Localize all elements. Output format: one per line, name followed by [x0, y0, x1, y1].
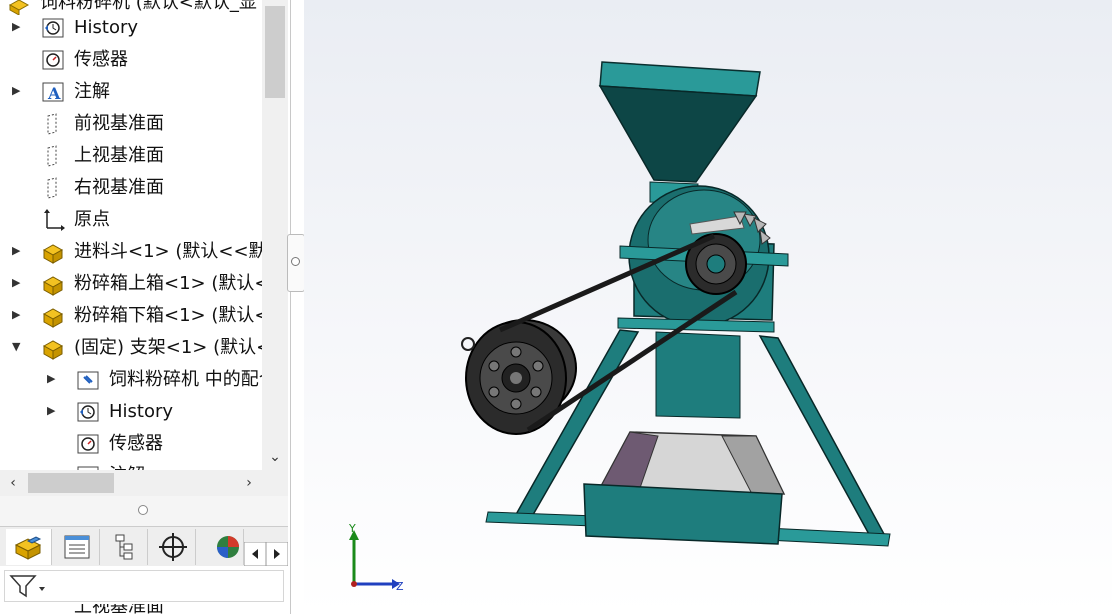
origin-icon	[40, 208, 66, 232]
tree-item[interactable]: 传感器	[0, 428, 262, 460]
tree-item[interactable]: ▶ History	[0, 396, 262, 428]
tree-vertical-scrollbar[interactable]: ⌄	[262, 0, 288, 470]
graphics-viewport[interactable]: Y Z	[304, 0, 1112, 614]
dropdown-arrow-icon	[39, 587, 45, 591]
filter-bar	[0, 566, 288, 606]
triad-z-label: Z	[396, 580, 404, 593]
tree-item[interactable]: ▶ 饲料粉碎机 中的配合	[0, 364, 262, 396]
tree-item[interactable]: 原点	[0, 204, 262, 236]
tab-dimxpert[interactable]	[150, 529, 196, 565]
tab-configurationmanager[interactable]	[102, 529, 148, 565]
tree-item[interactable]: ▶A注解	[0, 460, 262, 470]
tree-item-label: 饲料粉碎机 中的配合	[109, 369, 262, 390]
collector-tray	[583, 431, 786, 545]
motor-pulley	[461, 319, 577, 435]
coordinate-triad	[349, 530, 400, 589]
scroll-thumb[interactable]	[265, 6, 285, 98]
feature-manager-panel: 饲料粉碎机 (默认<默认_显 ▶ History 传感器 ▶ A 注解 前视基准面 上视基准面…	[0, 0, 291, 614]
tree-item[interactable]: ▶ A 注解	[0, 76, 262, 108]
tree-item[interactable]: 上视基准面	[0, 140, 262, 172]
tree-item[interactable]: ▶ 进料斗<1> (默认<<默认	[0, 236, 262, 268]
panel-splitter[interactable]	[0, 496, 288, 526]
appearance-sphere-icon	[217, 536, 239, 558]
annotation-icon: A	[40, 80, 66, 104]
tab-displaymanager[interactable]	[198, 529, 244, 565]
expand-toggle-icon[interactable]: ▶	[12, 21, 22, 33]
tree-item-label: 传感器	[109, 433, 163, 454]
plane-icon	[40, 144, 66, 168]
tree-item[interactable]: 前视基准面	[0, 108, 262, 140]
tree-item-partial: 上视基准面	[0, 604, 288, 614]
tree-item[interactable]: ▼ (固定) 支架<1> (默认<	[0, 332, 262, 364]
feed-grinder-model: Y Z	[348, 61, 891, 593]
sensor-icon	[40, 48, 66, 72]
tree-item-label: 传感器	[74, 49, 128, 70]
tree-item-label: (固定) 支架<1> (默认<	[74, 337, 262, 358]
expand-toggle-icon[interactable]: ▶	[12, 277, 22, 289]
tree-item-label: 右视基准面	[74, 177, 164, 198]
feed-hopper	[598, 61, 761, 205]
tree-item-label: History	[74, 17, 139, 38]
history-icon	[75, 400, 101, 424]
part-icon	[40, 304, 66, 328]
scroll-right-button[interactable]: ›	[236, 470, 262, 496]
splitter-handle-icon	[138, 505, 148, 515]
part-icon	[40, 336, 66, 360]
scroll-thumb[interactable]	[28, 473, 114, 493]
tree-item-label: 前视基准面	[74, 113, 164, 134]
tree-item[interactable]: ▶ 粉碎箱下箱<1> (默认<	[0, 300, 262, 332]
plane-icon	[40, 176, 66, 200]
tree-item-label: 粉碎箱上箱<1> (默认<	[74, 273, 262, 294]
assembly-icon	[14, 536, 42, 560]
expand-toggle-icon[interactable]: ▶	[12, 85, 22, 97]
tree-item[interactable]: 传感器	[0, 44, 262, 76]
tree-item[interactable]: ▶ History	[0, 12, 262, 44]
expand-toggle-icon[interactable]: ▼	[12, 341, 22, 353]
expand-toggle-icon[interactable]: ▶	[12, 309, 22, 321]
part-icon	[40, 272, 66, 296]
part-icon	[40, 240, 66, 264]
mates-folder-icon	[75, 368, 101, 392]
tree-item[interactable]: ▶ 粉碎箱上箱<1> (默认<	[0, 268, 262, 300]
configuration-tree-icon	[115, 534, 133, 560]
tree-item-label: 注解	[74, 81, 110, 102]
feature-tree: 饲料粉碎机 (默认<默认_显 ▶ History 传感器 ▶ A 注解 前视基准面 上视基准面…	[0, 0, 262, 470]
tree-item-label: 上视基准面	[74, 145, 164, 166]
filter-funnel-icon[interactable]	[5, 571, 49, 601]
property-list-icon	[64, 535, 90, 559]
panel-collapse-handle[interactable]	[287, 234, 305, 292]
handle-dot-icon	[291, 257, 300, 266]
expand-toggle-icon[interactable]: ▶	[47, 373, 57, 385]
plane-icon	[40, 112, 66, 136]
history-icon	[40, 16, 66, 40]
filter-input[interactable]	[4, 570, 284, 602]
tab-scroll-arrows	[243, 541, 289, 567]
svg-text:A: A	[47, 84, 61, 103]
crosshair-icon	[159, 533, 187, 561]
expand-toggle-icon[interactable]: ▶	[12, 245, 22, 257]
tree-item-label: 粉碎箱下箱<1> (默认<	[74, 305, 262, 326]
tab-featuremanager[interactable]	[6, 529, 52, 565]
sensor-icon	[75, 432, 101, 456]
expand-toggle-icon[interactable]: ▶	[47, 405, 57, 417]
tree-item-label: 上视基准面	[74, 604, 164, 614]
scroll-down-button[interactable]: ⌄	[262, 444, 288, 470]
tree-item[interactable]: 右视基准面	[0, 172, 262, 204]
tree-item-label: 原点	[74, 209, 110, 230]
tree-horizontal-scrollbar[interactable]: ‹ ›	[0, 470, 288, 496]
tab-propertymanager[interactable]	[54, 529, 100, 565]
triad-y-label: Y	[348, 522, 356, 535]
scroll-left-button[interactable]: ‹	[0, 470, 26, 496]
tree-item-label: History	[109, 401, 174, 422]
tree-item-label: 进料斗<1> (默认<<默认	[74, 241, 262, 262]
